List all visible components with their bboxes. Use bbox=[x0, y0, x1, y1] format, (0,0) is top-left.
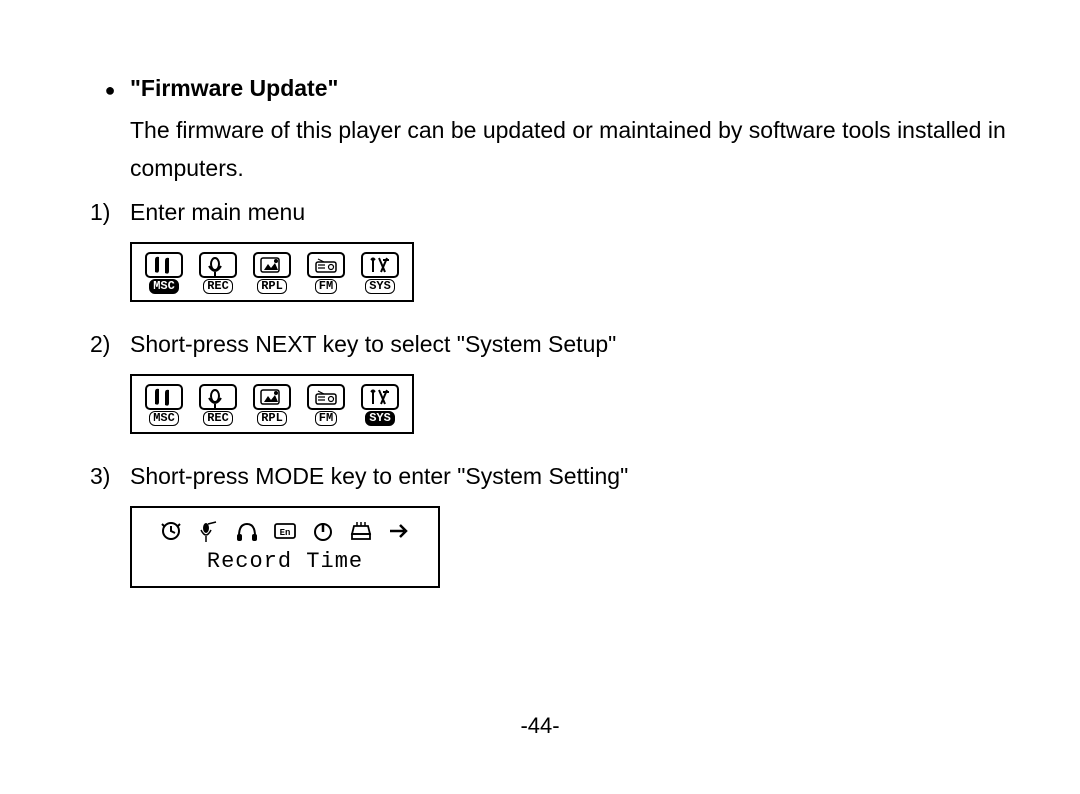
menu-item-sys: SYS bbox=[356, 252, 404, 294]
menu-item-msc: MSC bbox=[140, 252, 188, 294]
menu-item-sys-2: SYS bbox=[356, 384, 404, 426]
step-1-text: Enter main menu bbox=[130, 194, 305, 232]
power-icon bbox=[310, 520, 336, 542]
menu-label-fm: FM bbox=[315, 279, 337, 294]
lcd-screen-3: En Record Time bbox=[130, 506, 440, 588]
headphones-icon bbox=[234, 520, 260, 542]
arrow-right-icon bbox=[386, 520, 412, 542]
intro-text: The firmware of this player can be updat… bbox=[130, 112, 1020, 188]
lcd-screen-2: MSC REC RPL FM SYS bbox=[130, 374, 414, 434]
menu-label-rec-2: REC bbox=[203, 411, 233, 426]
menu-item-rec: REC bbox=[194, 252, 242, 294]
svg-text:En: En bbox=[280, 528, 291, 538]
menu-label-rpl-2: RPL bbox=[257, 411, 287, 426]
step-2-text: Short-press NEXT key to select "System S… bbox=[130, 326, 616, 364]
menu-item-fm: FM bbox=[302, 252, 350, 294]
menu-label-rpl: RPL bbox=[257, 279, 287, 294]
step-3-text: Short-press MODE key to enter "System Se… bbox=[130, 458, 628, 496]
step-1-marker: 1) bbox=[90, 194, 130, 232]
memory-icon bbox=[348, 520, 374, 542]
menu-label-msc-2: MSC bbox=[149, 411, 179, 426]
lcd-3-caption: Record Time bbox=[140, 544, 430, 580]
clock-icon bbox=[158, 520, 184, 542]
page-number: -44- bbox=[0, 708, 1080, 744]
menu-item-rec-2: REC bbox=[194, 384, 242, 426]
menu-label-fm-2: FM bbox=[315, 411, 337, 426]
menu-label-msc: MSC bbox=[149, 279, 179, 294]
menu-label-sys-2: SYS bbox=[365, 411, 395, 426]
menu-item-rpl-2: RPL bbox=[248, 384, 296, 426]
menu-label-sys: SYS bbox=[365, 279, 395, 294]
language-icon: En bbox=[272, 520, 298, 542]
menu-item-msc-2: MSC bbox=[140, 384, 188, 426]
menu-label-rec: REC bbox=[203, 279, 233, 294]
step-2-marker: 2) bbox=[90, 326, 130, 364]
step-3-marker: 3) bbox=[90, 458, 130, 496]
menu-item-rpl: RPL bbox=[248, 252, 296, 294]
bullet-icon: ● bbox=[90, 76, 130, 106]
section-title: "Firmware Update" bbox=[130, 70, 338, 108]
mic-icon bbox=[196, 520, 222, 542]
menu-item-fm-2: FM bbox=[302, 384, 350, 426]
lcd-screen-1: MSC REC RPL FM SYS bbox=[130, 242, 414, 302]
